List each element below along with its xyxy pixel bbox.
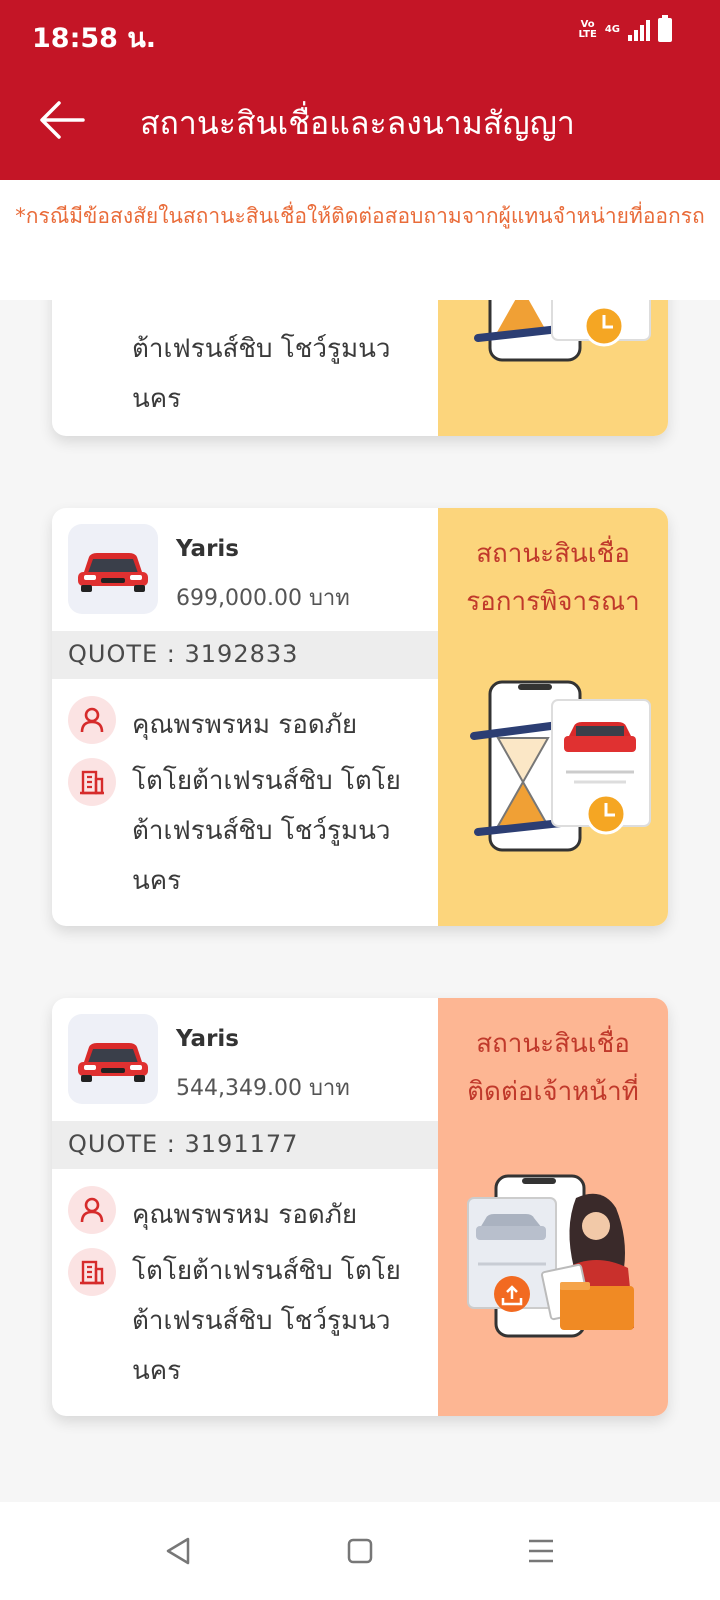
application-list[interactable]: ต้าเฟรนส์ชิบ โชว์รูมนว นคร Yaris 699,000… xyxy=(0,300,720,1502)
loan-status: สถานะสินเชื่อ ติดต่อเจ้าหน้าที่ xyxy=(467,1029,639,1107)
person-icon xyxy=(68,696,116,744)
quote-number: QUOTE : 3192833 xyxy=(52,631,438,679)
car-price: 544,349.00 บาท xyxy=(176,1076,350,1101)
dealer-name: ต้าเฟรนส์ชิบ โชว์รูมนว นคร xyxy=(132,334,391,414)
nav-back-icon[interactable] xyxy=(164,1536,192,1566)
status-time: 18:58 น. xyxy=(32,23,157,54)
card-details: Yaris 699,000.00 บาท QUOTE : 3192833 คุณ… xyxy=(52,508,438,926)
notice-text: *กรณีมีข้อสงสัยในสถานะสินเชื่อให้ติดต่อส… xyxy=(0,180,720,300)
signal-icon xyxy=(628,19,650,41)
hourglass-phone-illustration xyxy=(470,680,651,852)
network-type: 4G xyxy=(604,24,620,35)
system-nav-bar xyxy=(0,1502,720,1600)
back-button[interactable] xyxy=(34,92,90,148)
status-bar: 18:58 น. Vo LTE 4G xyxy=(0,0,720,64)
quote-number: QUOTE : 3191177 xyxy=(52,1121,438,1169)
car-thumbnail xyxy=(68,524,158,614)
nav-home-icon[interactable] xyxy=(347,1538,373,1564)
battery-icon xyxy=(658,15,672,42)
nav-menu-icon[interactable] xyxy=(527,1538,555,1564)
customer-name: คุณพรพรหม รอดภัย xyxy=(132,1200,358,1230)
card-details: Yaris 544,349.00 บาท QUOTE : 3191177 คุณ… xyxy=(52,998,438,1416)
building-icon xyxy=(68,1248,116,1296)
loan-card[interactable]: ต้าเฟรนส์ชิบ โชว์รูมนว นคร xyxy=(52,300,668,436)
card-details: ต้าเฟรนส์ชิบ โชว์รูมนว นคร xyxy=(52,300,438,436)
loan-card[interactable]: Yaris 699,000.00 บาท QUOTE : 3192833 คุณ… xyxy=(52,508,668,926)
hourglass-phone-illustration xyxy=(474,300,651,362)
car-model: Yaris xyxy=(176,1026,239,1052)
dealer-name: โตโยต้าเฟรนส์ชิบ โตโย ต้าเฟรนส์ชิบ โชว์ร… xyxy=(132,766,401,896)
volte-icon: Vo LTE xyxy=(578,19,597,40)
building-icon xyxy=(68,758,116,806)
status-panel: สถานะสินเชื่อ รอการพิจารณา xyxy=(438,508,668,926)
page-title: สถานะสินเชื่อและลงนามสัญญา xyxy=(140,104,575,142)
person-icon xyxy=(68,1186,116,1234)
agent-documents-illustration xyxy=(467,1174,634,1338)
car-icon xyxy=(78,1043,148,1082)
customer-name: คุณพรพรหม รอดภัย xyxy=(132,710,358,740)
loan-card[interactable]: Yaris 544,349.00 บาท QUOTE : 3191177 คุณ… xyxy=(52,998,668,1416)
status-icons: Vo LTE 4G xyxy=(578,15,672,42)
loan-status: สถานะสินเชื่อ รอการพิจารณา xyxy=(466,539,640,617)
status-panel: สถานะสินเชื่อ ติดต่อเจ้าหน้าที่ xyxy=(438,998,668,1416)
status-panel xyxy=(438,300,668,436)
car-price: 699,000.00 บาท xyxy=(176,586,350,611)
back-arrow-icon xyxy=(40,101,85,139)
car-model: Yaris xyxy=(176,536,239,562)
dealer-name: โตโยต้าเฟรนส์ชิบ โตโย ต้าเฟรนส์ชิบ โชว์ร… xyxy=(132,1256,401,1386)
app-bar: สถานะสินเชื่อและลงนามสัญญา xyxy=(0,64,720,180)
car-thumbnail xyxy=(68,1014,158,1104)
car-icon xyxy=(78,553,148,592)
